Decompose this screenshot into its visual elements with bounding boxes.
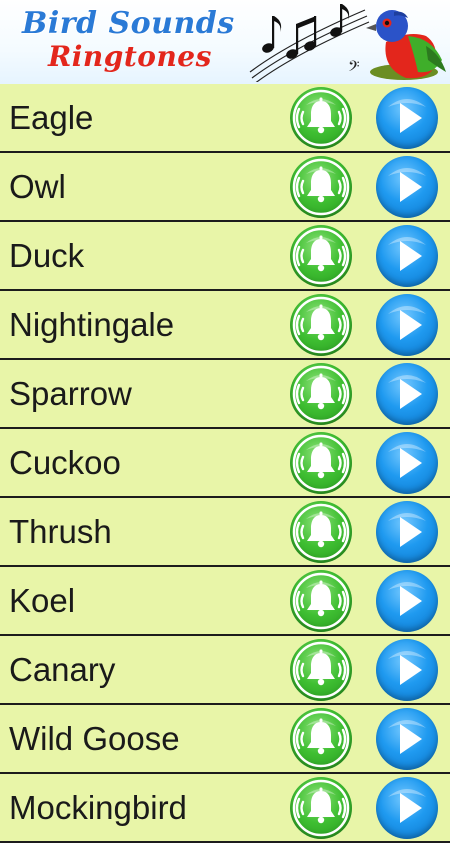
app-title-ringtones: Ringtones bbox=[48, 40, 212, 73]
set-ringtone-button[interactable] bbox=[290, 638, 352, 701]
play-icon bbox=[388, 98, 426, 133]
set-ringtone-button[interactable] bbox=[290, 362, 352, 425]
bird-name-label: Mockingbird bbox=[9, 788, 187, 826]
set-ringtone-button[interactable] bbox=[290, 776, 352, 839]
list-item[interactable]: Thrush bbox=[0, 498, 450, 567]
play-button[interactable] bbox=[376, 155, 438, 218]
set-ringtone-button[interactable] bbox=[290, 707, 352, 770]
list-item[interactable]: Wild Goose bbox=[0, 705, 450, 774]
bell-icon bbox=[292, 158, 350, 215]
play-icon bbox=[388, 719, 426, 754]
play-icon bbox=[388, 167, 426, 202]
list-item[interactable]: Koel bbox=[0, 567, 450, 636]
set-ringtone-button[interactable] bbox=[290, 569, 352, 632]
bird-name-label: Cuckoo bbox=[9, 443, 121, 481]
bird-name-label: Eagle bbox=[9, 98, 94, 136]
play-button[interactable] bbox=[376, 224, 438, 287]
list-item[interactable]: Duck bbox=[0, 222, 450, 291]
app-title-bird-sounds: Bird Sounds bbox=[22, 6, 235, 41]
list-item[interactable]: Nightingale bbox=[0, 291, 450, 360]
bell-icon bbox=[292, 641, 350, 698]
set-ringtone-button[interactable] bbox=[290, 155, 352, 218]
play-icon bbox=[388, 512, 426, 547]
painted-bunting-bird-image bbox=[366, 10, 446, 80]
bird-name-label: Koel bbox=[9, 581, 76, 619]
bell-icon bbox=[292, 296, 350, 353]
list-item[interactable]: Mockingbird bbox=[0, 774, 450, 843]
bell-icon bbox=[292, 227, 350, 284]
play-icon bbox=[388, 305, 426, 340]
play-button[interactable] bbox=[376, 293, 438, 356]
bird-name-label: Thrush bbox=[9, 512, 112, 550]
set-ringtone-button[interactable] bbox=[290, 293, 352, 356]
play-button[interactable] bbox=[376, 500, 438, 563]
play-button[interactable] bbox=[376, 707, 438, 770]
bell-icon bbox=[292, 89, 350, 146]
set-ringtone-button[interactable] bbox=[290, 431, 352, 494]
play-icon bbox=[388, 374, 426, 409]
play-icon bbox=[388, 650, 426, 685]
play-icon bbox=[388, 236, 426, 271]
app-header: Bird Sounds Ringtones 𝄢 bbox=[0, 0, 450, 84]
bell-icon bbox=[292, 365, 350, 422]
play-icon bbox=[388, 788, 426, 823]
bird-name-label: Duck bbox=[9, 236, 85, 274]
ringtone-list: Eagle Owl Duck Nightingale Sparrow Cucko… bbox=[0, 84, 450, 843]
bell-icon bbox=[292, 503, 350, 560]
set-ringtone-button[interactable] bbox=[290, 224, 352, 287]
play-button[interactable] bbox=[376, 638, 438, 701]
bell-icon bbox=[292, 710, 350, 767]
music-notes-icon: 𝄢 bbox=[249, 4, 370, 82]
play-button[interactable] bbox=[376, 431, 438, 494]
list-item[interactable]: Eagle bbox=[0, 84, 450, 153]
bird-name-label: Nightingale bbox=[9, 305, 175, 343]
bird-name-label: Owl bbox=[9, 167, 66, 205]
list-item[interactable]: Canary bbox=[0, 636, 450, 705]
play-icon bbox=[388, 443, 426, 478]
bell-icon bbox=[292, 779, 350, 836]
bell-icon bbox=[292, 434, 350, 491]
bell-icon bbox=[292, 572, 350, 629]
bird-name-label: Sparrow bbox=[9, 374, 132, 412]
list-item[interactable]: Owl bbox=[0, 153, 450, 222]
play-button[interactable] bbox=[376, 362, 438, 425]
list-item[interactable]: Sparrow bbox=[0, 360, 450, 429]
set-ringtone-button[interactable] bbox=[290, 86, 352, 149]
play-button[interactable] bbox=[376, 776, 438, 839]
set-ringtone-button[interactable] bbox=[290, 500, 352, 563]
play-button[interactable] bbox=[376, 569, 438, 632]
play-icon bbox=[388, 581, 426, 616]
list-item[interactable]: Cuckoo bbox=[0, 429, 450, 498]
bird-name-label: Canary bbox=[9, 650, 116, 688]
play-button[interactable] bbox=[376, 86, 438, 149]
bird-name-label: Wild Goose bbox=[9, 719, 180, 757]
